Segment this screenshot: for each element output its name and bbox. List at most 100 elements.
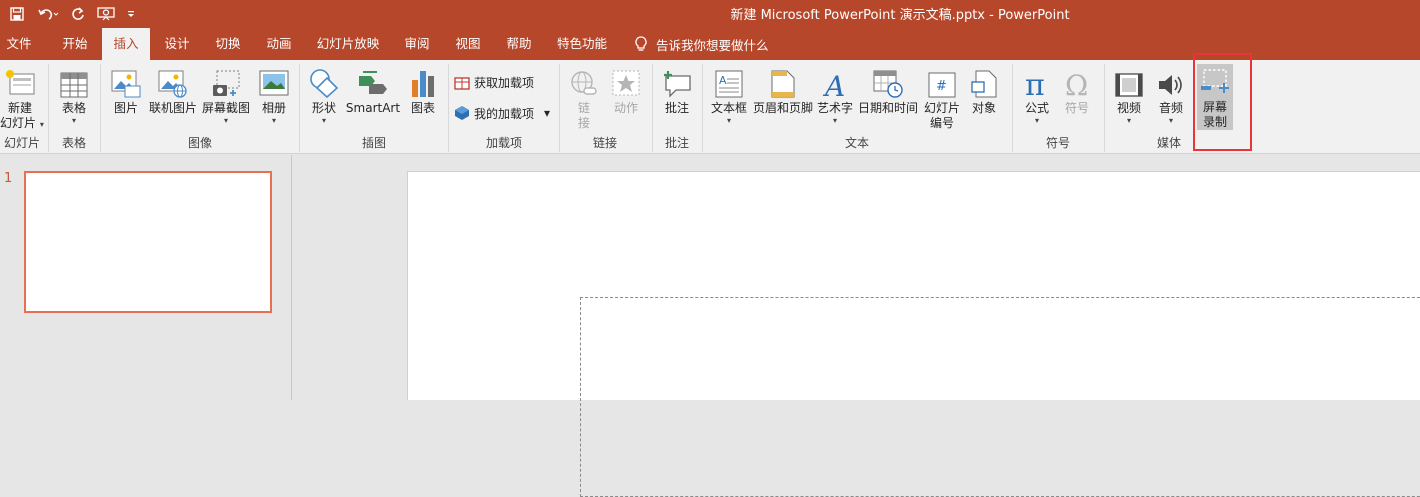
action-button[interactable]: 动作 [607,66,645,116]
equation-label: 公式 [1024,101,1049,115]
link-label-2: 接 [577,116,590,130]
group-comments: 批注 批注 [654,60,700,154]
slide-number-label-1: 幻灯片 [923,101,960,115]
tab-transitions[interactable]: 切换 [206,28,250,60]
picture-button[interactable]: 图片 [106,66,146,116]
shapes-icon [310,69,339,98]
equation-button[interactable]: π 公式 ▾ [1018,66,1056,126]
online-picture-icon [158,70,187,98]
online-picture-button[interactable]: 联机图片 [148,66,198,116]
date-time-label: 日期和时间 [857,101,918,115]
get-addins-label: 获取加载项 [474,75,535,90]
wordart-button[interactable]: A 艺术字 ▾ [814,66,856,126]
comment-icon [664,71,691,98]
tab-slideshow[interactable]: 幻灯片放映 [310,28,386,60]
group-addins: 获取加载项 我的加载项 ▾ 加载项 [450,60,558,154]
group-label-illustrations: 插图 [361,136,386,150]
group-images: 图片 联机图片 屏幕截图 ▾ 相册 ▾ 图像 [102,60,298,154]
chevron-down-icon: ▾ [1168,116,1173,125]
tell-me-search[interactable]: 告诉我你想要做什么 [634,28,769,60]
my-addins-icon [455,106,469,120]
tab-review[interactable]: 审阅 [396,28,438,60]
group-divider [448,64,449,152]
picture-label: 图片 [113,101,138,115]
chevron-down-icon: ▾ [271,116,276,125]
group-divider [299,64,300,152]
tab-view[interactable]: 视图 [447,28,489,60]
group-symbols: π 公式 ▾ Ω 符号 符号 [1014,60,1102,154]
group-label-comments: 批注 [664,136,689,150]
comment-label: 批注 [664,101,689,115]
comment-button[interactable]: 批注 [658,66,696,116]
symbol-button[interactable]: Ω 符号 [1058,66,1096,116]
group-label-symbols: 符号 [1045,136,1070,150]
new-slide-label-2: 幻灯片 [0,116,37,130]
video-button[interactable]: 视频 ▾ [1110,66,1148,126]
slide-thumbnail-pane: 1 [0,155,292,400]
group-links: 链 接 动作 链接 [561,60,649,154]
chevron-down-icon: ▾ [832,116,837,125]
tell-me-label: 告诉我你想要做什么 [656,37,769,53]
textbox-label: 文本框 [710,101,747,115]
group-divider [1012,64,1013,152]
picture-icon [111,70,141,98]
tab-animations[interactable]: 动画 [257,28,301,60]
audio-button[interactable]: 音频 ▾ [1152,66,1190,126]
group-label-addins: 加载项 [485,136,522,150]
link-button[interactable]: 链 接 [565,66,603,131]
group-divider [100,64,101,152]
slide-thumbnail[interactable] [24,171,272,313]
chevron-down-icon: ▾ [1126,116,1131,125]
tab-features[interactable]: 特色功能 [550,28,614,60]
object-button[interactable]: 对象 [966,66,1002,116]
screenshot-button[interactable]: 屏幕截图 ▾ [200,66,252,126]
title-placeholder[interactable] [580,297,1420,497]
group-slides: 新建 幻灯片 ▾ 幻灯片 [0,60,44,154]
tab-file[interactable]: 文件 [0,28,38,60]
group-divider [1104,64,1105,152]
header-footer-button[interactable]: 页眉和页脚 [752,66,814,116]
smartart-icon [359,71,387,94]
slide-canvas[interactable] [407,171,1420,497]
tab-home[interactable]: 开始 [52,28,98,60]
screenshot-label: 屏幕截图 [201,101,250,115]
smartart-button[interactable]: SmartArt [345,66,401,116]
tab-insert[interactable]: 插入 [102,28,150,60]
group-divider [652,64,653,152]
shapes-button[interactable]: 形状 ▾ [305,66,343,126]
textbox-button[interactable]: A 文本框 ▾ [706,66,752,126]
symbol-label: 符号 [1064,101,1089,115]
chart-label: 图表 [410,101,435,115]
textbox-icon: A [715,70,743,98]
chart-button[interactable]: 图表 [405,66,441,116]
group-text: A 文本框 ▾ 页眉和页脚 A 艺术字 ▾ 日期和时间 # 幻灯片 编号 对象 … [704,60,1010,154]
new-slide-icon [6,70,35,95]
table-button[interactable]: 表格 ▾ [54,66,94,126]
get-addins-button[interactable]: 获取加载项 [454,71,534,93]
slide-number-button[interactable]: # 幻灯片 编号 [920,66,964,131]
my-addins-button[interactable]: 我的加载项 ▾ [454,102,550,124]
link-label-1: 链 [577,101,590,115]
action-star-icon [612,70,640,96]
smartart-label: SmartArt [345,101,401,115]
date-time-button[interactable]: 日期和时间 [856,66,920,116]
new-slide-label-1: 新建 [7,101,32,115]
group-divider [48,64,49,152]
svg-text:Ω: Ω [1065,70,1088,98]
chevron-down-icon: ▾ [1034,116,1039,125]
group-illustrations: 形状 ▾ SmartArt 图表 插图 [301,60,447,154]
chevron-down-icon: ▾ [321,116,326,125]
group-label-text: 文本 [844,136,869,150]
group-label-slides: 幻灯片 [3,136,40,150]
shapes-label: 形状 [311,101,336,115]
new-slide-button[interactable]: 新建 幻灯片 ▾ [0,66,44,131]
slide-number: 1 [4,171,13,186]
photo-album-button[interactable]: 相册 ▾ [254,66,294,126]
slide-editing-area [293,155,1420,497]
highlight-annotation-box [1193,53,1252,151]
table-label: 表格 [61,101,86,115]
chevron-down-icon: ▾ [726,116,731,125]
chevron-down-icon: ▾ [223,116,228,125]
tab-design[interactable]: 设计 [155,28,199,60]
tab-help[interactable]: 帮助 [498,28,540,60]
